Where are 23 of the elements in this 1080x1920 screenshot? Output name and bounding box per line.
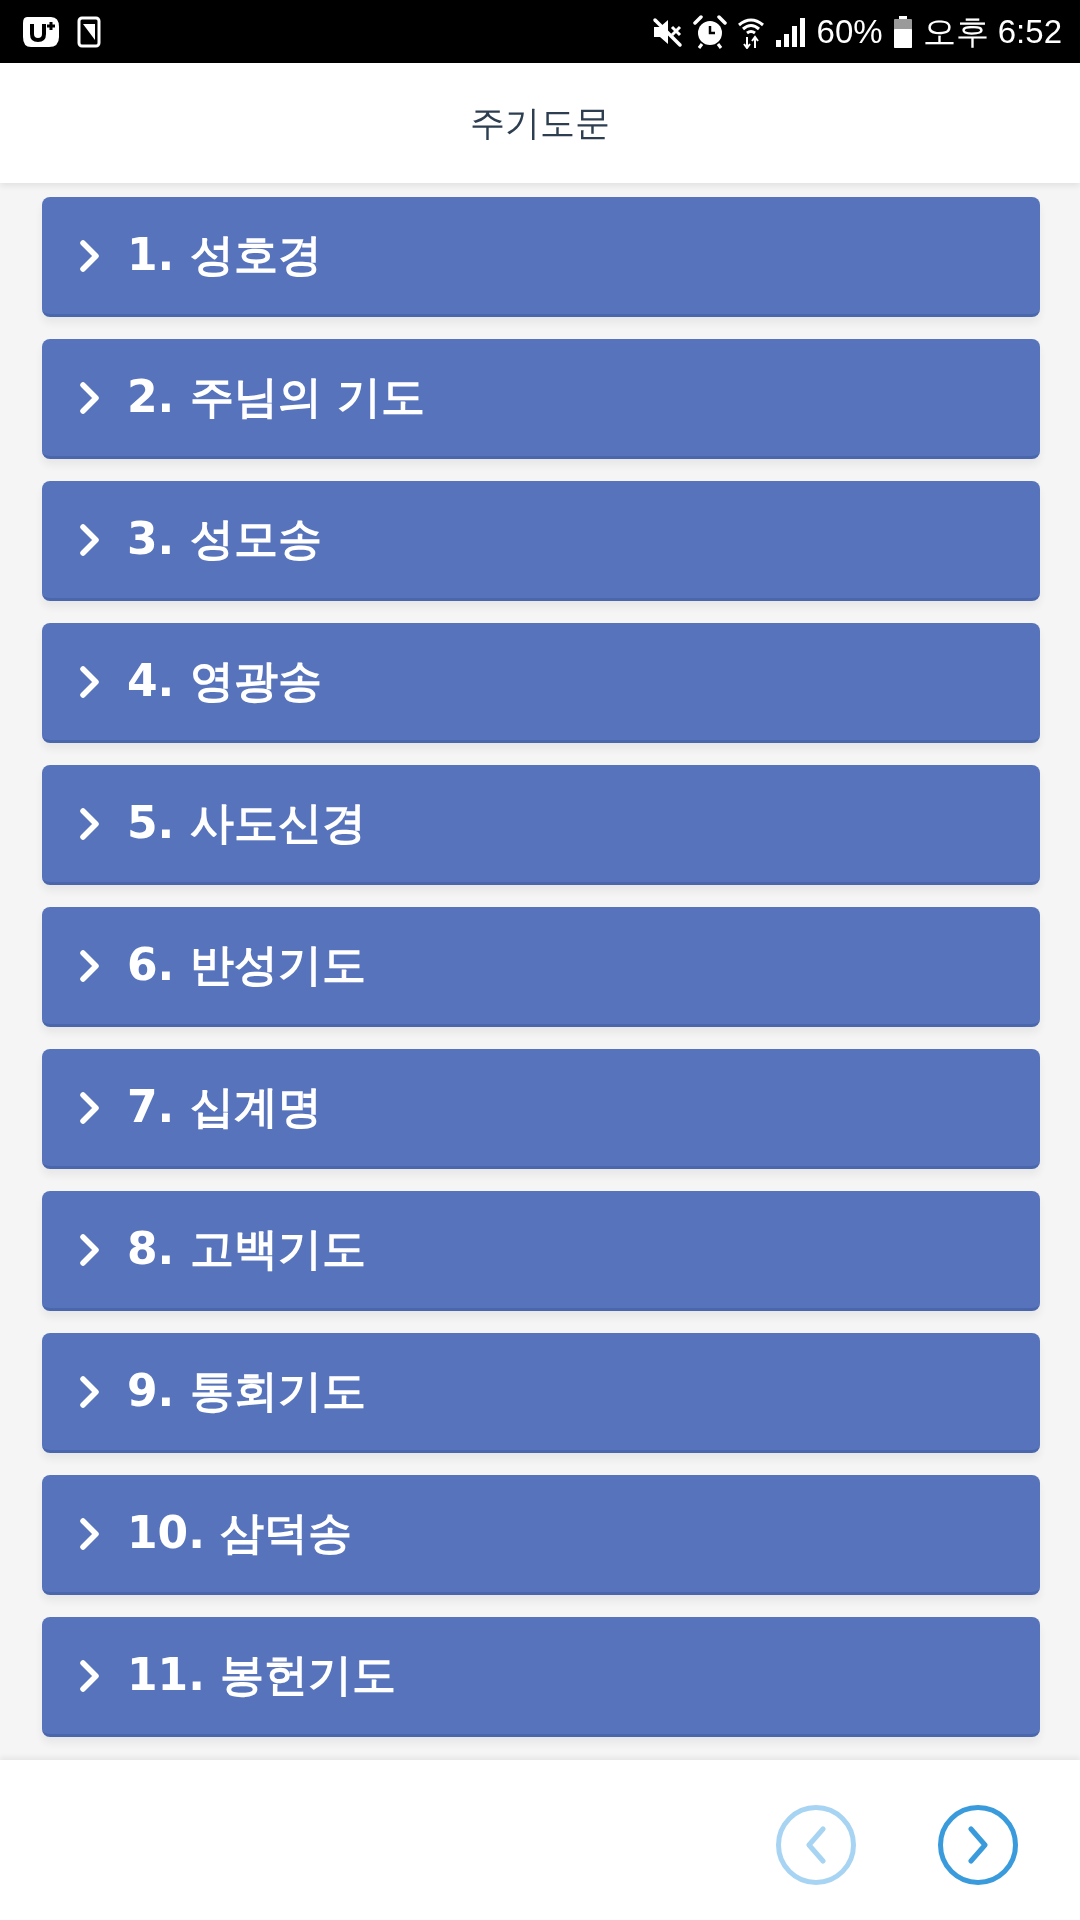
chevron-right-icon (966, 1826, 990, 1864)
accordion-item[interactable]: 11. 봉헌기도 (42, 1617, 1040, 1737)
signal-icon (774, 15, 807, 48)
mute-icon (650, 15, 683, 48)
page-title: 주기도문 (470, 101, 610, 145)
accordion-item[interactable]: 7. 십계명 (42, 1049, 1040, 1169)
accordion-item[interactable]: 1. 성호경 (42, 197, 1040, 317)
clock-time: 오후 6:52 (922, 15, 1062, 48)
accordion-item[interactable]: 10. 삼덕송 (42, 1475, 1040, 1595)
accordion-item[interactable]: 8. 고백기도 (42, 1191, 1040, 1311)
battery-percent: 60% (816, 15, 883, 48)
accordion-item[interactable]: 6. 반성기도 (42, 907, 1040, 1027)
accordion-item[interactable]: 2. 주님의 기도 (42, 339, 1040, 459)
next-button[interactable] (938, 1805, 1018, 1885)
alarm-icon (692, 14, 727, 49)
accordion-item[interactable]: 4. 영광송 (42, 623, 1040, 743)
chevron-left-icon (804, 1826, 828, 1864)
logo-icon (21, 14, 61, 49)
accordion-item[interactable]: 3. 성모송 (42, 481, 1040, 601)
phone-icon (77, 15, 101, 48)
accordion-item[interactable]: 9. 통회기도 (42, 1333, 1040, 1453)
battery-icon (892, 15, 913, 48)
accordion-item[interactable]: 5. 사도신경 (42, 765, 1040, 885)
